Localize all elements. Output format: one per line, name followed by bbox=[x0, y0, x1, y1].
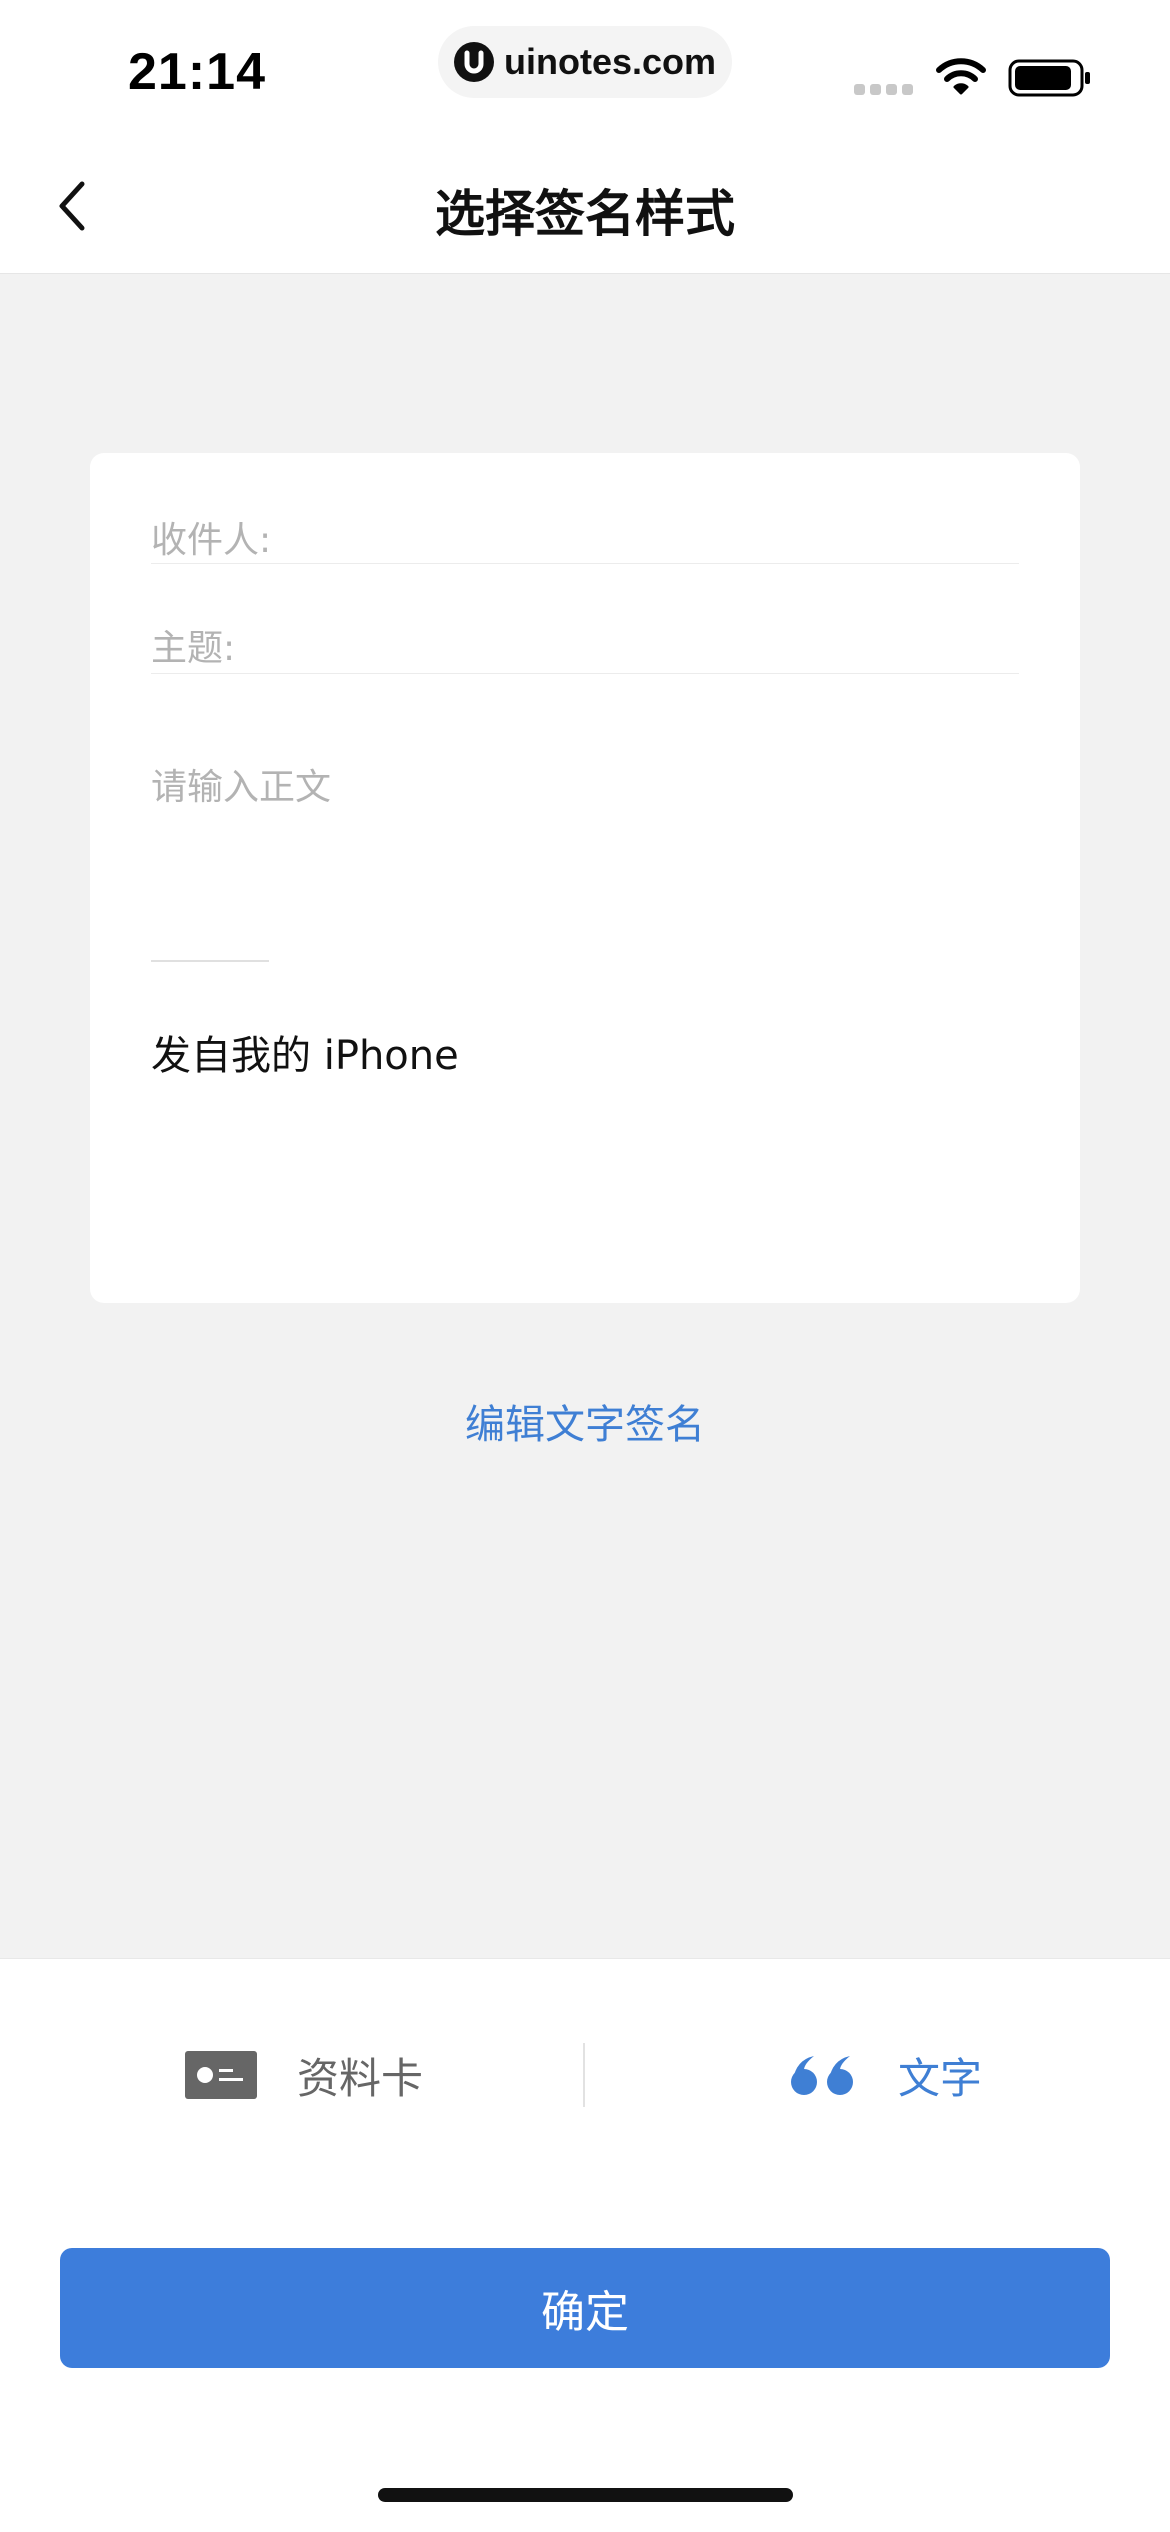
subject-label: 主题: bbox=[151, 628, 236, 669]
tab-contact-card-label: 资料卡 bbox=[297, 2053, 424, 2103]
signature-text: 发自我的 iPhone bbox=[151, 1033, 459, 1079]
tab-contact-card[interactable]: 资料卡 bbox=[185, 2047, 423, 2103]
quote-icon bbox=[791, 2056, 853, 2095]
confirm-button[interactable]: 确定 bbox=[60, 2248, 1110, 2368]
cellular-signal-icon bbox=[854, 84, 913, 95]
signature-divider bbox=[151, 960, 269, 962]
recipient-label: 收件人: bbox=[151, 520, 272, 561]
contact-card-icon bbox=[185, 2051, 257, 2099]
tab-divider bbox=[583, 2043, 585, 2107]
recipient-row: 收件人: bbox=[151, 453, 1019, 564]
navigation-bar: 选择签名样式 bbox=[0, 140, 1170, 274]
tab-text[interactable]: 文字 bbox=[790, 2047, 982, 2103]
edit-text-signature-link[interactable]: 编辑文字签名 bbox=[0, 1392, 1170, 1450]
battery-icon bbox=[1008, 59, 1090, 97]
url-pill[interactable]: uinotes.com bbox=[438, 26, 732, 98]
status-bar: 21:14 uinotes.com bbox=[0, 0, 1170, 140]
page-title: 选择签名样式 bbox=[435, 185, 735, 243]
home-indicator[interactable] bbox=[378, 2488, 793, 2502]
wifi-icon bbox=[936, 58, 986, 95]
site-logo-icon bbox=[453, 42, 494, 82]
status-time: 21:14 bbox=[128, 43, 266, 101]
subject-row: 主题: bbox=[151, 563, 1019, 674]
bottom-action-area: 确定 bbox=[0, 2190, 1170, 2532]
tab-text-label: 文字 bbox=[898, 2053, 983, 2103]
signature-style-tabs: 资料卡 文字 bbox=[0, 1958, 1170, 2192]
url-text: uinotes.com bbox=[503, 41, 717, 82]
body-placeholder: 请输入正文 bbox=[151, 767, 332, 808]
signature-preview-card: 收件人: 主题: 请输入正文 发自我的 iPhone bbox=[90, 453, 1080, 1303]
